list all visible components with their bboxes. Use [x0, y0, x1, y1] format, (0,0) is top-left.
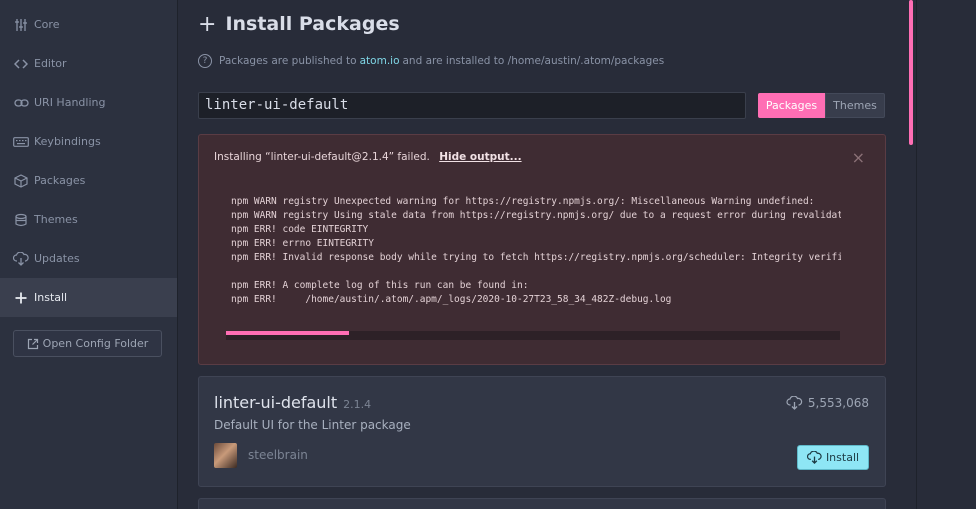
keyboard-icon [13, 134, 29, 150]
link-icon [13, 95, 29, 111]
page-title-text: Install Packages [225, 13, 400, 35]
sidebar-item-label: Keybindings [34, 135, 101, 148]
question-icon: ? [198, 54, 212, 68]
info-suffix: and are installed to /home/austin/.atom/… [402, 55, 665, 67]
sidebar-item-label: Core [34, 18, 60, 31]
plus-icon [13, 290, 29, 306]
sidebar-item-label: Updates [34, 252, 80, 265]
cloud-download-icon [806, 451, 822, 464]
open-config-folder-label: Open Config Folder [42, 337, 149, 350]
install-panel: + Install Packages ? Packages are publis… [178, 0, 916, 509]
sidebar-item-label: URI Handling [34, 96, 106, 109]
package-icon [13, 173, 29, 189]
package-owner[interactable]: steelbrain [248, 448, 308, 462]
settings-sidebar: Core Editor URI Handling Keybindings Pac… [0, 0, 178, 509]
package-description: Default UI for the Linter package [214, 418, 411, 432]
open-config-folder-button[interactable]: Open Config Folder [13, 330, 162, 357]
settings-scrollbar[interactable] [909, 0, 976, 509]
install-button-label: Install [825, 451, 860, 464]
log-scrollbar-thumb[interactable] [226, 331, 349, 335]
info-prefix: Packages are published to [219, 55, 357, 67]
install-info: ? Packages are published to atom.io and … [198, 54, 664, 68]
sidebar-item-updates[interactable]: Updates [0, 239, 177, 278]
error-message: Installing “linter-ui-default@2.1.4” fai… [214, 151, 522, 163]
log-horizontal-scrollbar[interactable] [226, 331, 840, 340]
atom-io-link[interactable]: atom.io [360, 55, 400, 67]
link-external-icon [27, 338, 39, 350]
sidebar-item-label: Editor [34, 57, 67, 70]
sidebar-item-packages[interactable]: Packages [0, 161, 177, 200]
packages-toggle-button[interactable]: Packages [758, 93, 825, 118]
sidebar-item-core[interactable]: Core [0, 5, 177, 44]
error-output-log: npm WARN registry Unexpected warning for… [231, 196, 841, 305]
package-card: linter-ui-default 2.1.4 5,553,068 Default… [198, 376, 886, 487]
avatar[interactable] [214, 443, 237, 468]
error-message-text: Installing “linter-ui-default@2.1.4” fai… [214, 151, 430, 163]
download-count-value: 5,553,068 [807, 396, 869, 410]
close-icon[interactable]: × [852, 148, 865, 167]
package-name-row: linter-ui-default 2.1.4 [214, 393, 371, 412]
themes-toggle-button[interactable]: Themes [825, 93, 885, 118]
plus-icon: + [198, 11, 217, 37]
install-button[interactable]: Install [797, 445, 869, 470]
install-error-panel: Installing “linter-ui-default@2.1.4” fai… [198, 134, 886, 365]
sidebar-item-uri-handling[interactable]: URI Handling [0, 83, 177, 122]
sidebar-item-keybindings[interactable]: Keybindings [0, 122, 177, 161]
cloud-download-icon [786, 396, 803, 410]
package-card [198, 498, 886, 509]
paintcan-icon [13, 212, 29, 228]
package-search-input[interactable]: linter-ui-default [198, 92, 746, 119]
sliders-icon [13, 17, 29, 33]
sidebar-item-label: Packages [34, 174, 86, 187]
page-title: + Install Packages [198, 10, 400, 38]
code-icon [13, 56, 29, 72]
sidebar-item-install[interactable]: Install [0, 278, 177, 317]
sidebar-item-themes[interactable]: Themes [0, 200, 177, 239]
package-version: 2.1.4 [343, 398, 372, 411]
download-count: 5,553,068 [786, 396, 869, 410]
package-name[interactable]: linter-ui-default [214, 393, 337, 412]
sidebar-item-label: Themes [34, 213, 78, 226]
cloud-download-icon [13, 251, 29, 267]
hide-output-link[interactable]: Hide output... [439, 151, 521, 163]
sidebar-item-label: Install [34, 291, 68, 304]
sidebar-item-editor[interactable]: Editor [0, 44, 177, 83]
scrollbar-thumb[interactable] [909, 0, 913, 145]
